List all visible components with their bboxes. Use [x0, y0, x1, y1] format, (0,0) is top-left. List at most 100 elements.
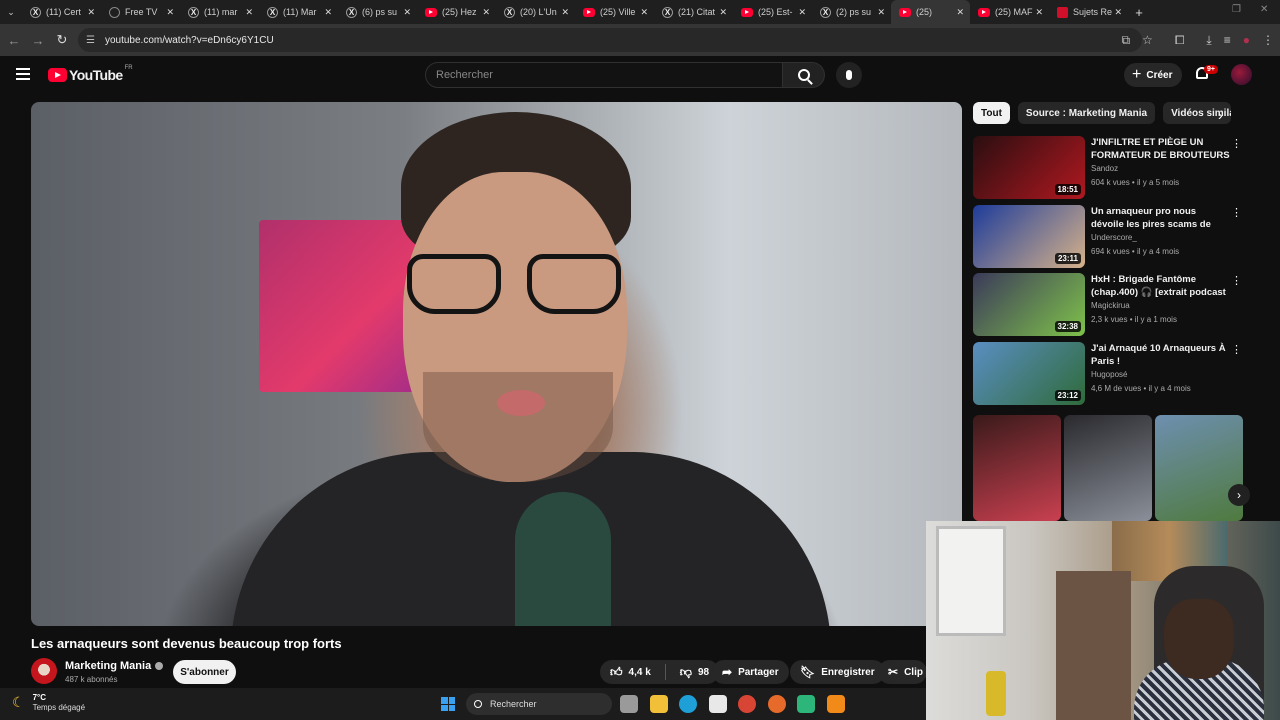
tab-search-button[interactable]: ⌄ [0, 0, 22, 24]
recommended-video-title[interactable]: J'ai Arnaqué 10 Arnaqueurs À Paris ! [1091, 342, 1231, 368]
back-icon[interactable]: ← [2, 28, 26, 52]
save-button[interactable]: 🔖︎ Enregistrer [790, 660, 885, 684]
task-view-icon[interactable] [620, 695, 638, 713]
recommended-video-channel[interactable]: Magickirua [1091, 301, 1130, 310]
dislike-button[interactable]: 👎︎ 98 [680, 665, 709, 680]
channel-avatar[interactable] [31, 658, 57, 684]
new-tab-button[interactable]: + [1128, 5, 1150, 20]
chip-source[interactable]: Source : Marketing Mania [1017, 102, 1156, 124]
extensions-icon[interactable]: ⧠ [1175, 33, 1185, 48]
account-avatar[interactable] [1231, 64, 1252, 85]
menu-icon[interactable] [16, 68, 30, 80]
weather-widget[interactable]: ☾ 7°C Temps dégagé [12, 693, 85, 712]
create-button[interactable]: + Créer [1124, 63, 1182, 87]
chrome-icon[interactable] [738, 695, 756, 713]
more-options-icon[interactable]: ⋮ [1231, 276, 1242, 287]
tab-close-icon[interactable]: ✕ [482, 7, 490, 18]
search-button[interactable] [783, 62, 825, 88]
start-button[interactable] [441, 697, 455, 711]
restore-window-icon[interactable]: ❐ [1232, 4, 1241, 15]
recommended-video-title[interactable]: Un arnaqueur pro nous dévoile les pires … [1091, 205, 1231, 231]
browser-tab[interactable]: X (11) Mar ✕ [259, 0, 338, 24]
browser-tab[interactable]: X (21) Citat ✕ [654, 0, 733, 24]
tab-close-icon[interactable]: ✕ [87, 7, 95, 18]
browser-tab[interactable]: (25) MAF ✕ [970, 0, 1049, 24]
recommended-video-title[interactable]: J'INFILTRE ET PIÈGE UN FORMATEUR DE BROU… [1091, 136, 1231, 162]
browser-tab[interactable]: (25) ✕ [891, 0, 970, 24]
tab-close-icon[interactable]: ✕ [1035, 7, 1043, 18]
short-thumbnail[interactable] [1064, 415, 1152, 521]
tab-title: (25) Ville [600, 7, 636, 17]
youtube-logo[interactable]: YouTube FR [48, 65, 133, 83]
video-thumbnail[interactable]: 18:51 [973, 136, 1085, 199]
tab-close-icon[interactable]: ✕ [877, 7, 885, 18]
browser-tab[interactable]: X (20) L'Un ✕ [496, 0, 575, 24]
more-options-icon[interactable]: ⋮ [1231, 345, 1242, 356]
firefox-icon[interactable] [767, 695, 786, 713]
recommended-video[interactable]: 23:12 J'ai Arnaqué 10 Arnaqueurs À Paris … [973, 342, 1243, 406]
tab-close-icon[interactable]: ✕ [561, 7, 569, 18]
profile-icon[interactable]: ● [1243, 33, 1250, 47]
browser-tab[interactable]: (25) Ville ✕ [575, 0, 654, 24]
browser-tab[interactable]: X (6) ps su ✕ [338, 0, 417, 24]
tab-close-icon[interactable]: ✕ [324, 7, 332, 18]
channel-name[interactable]: Marketing Mania [65, 660, 164, 672]
downloads-icon[interactable]: ⤓ [1206, 33, 1211, 48]
tab-close-icon[interactable]: ✕ [166, 7, 174, 18]
site-info-icon[interactable]: ☰ [86, 35, 95, 46]
vlc-icon[interactable] [826, 695, 845, 713]
tab-close-icon[interactable]: ✕ [719, 7, 727, 18]
video-thumbnail[interactable]: 32:38 [973, 273, 1085, 336]
browser-tab[interactable]: X (11) mar ✕ [180, 0, 259, 24]
chevron-right-icon[interactable]: › [1218, 107, 1223, 123]
tab-close-icon[interactable]: ✕ [403, 7, 411, 18]
browser-tab[interactable]: (25) Est- ✕ [733, 0, 812, 24]
tab-close-icon[interactable]: ✕ [1114, 7, 1122, 18]
share-button[interactable]: ➦ Partager [712, 660, 789, 684]
recommended-video-channel[interactable]: Hugoposé [1091, 370, 1127, 379]
recommended-video[interactable]: 32:38 HxH : Brigade Fantôme (chap.400) 🎧 … [973, 273, 1243, 337]
address-bar[interactable]: ☰ youtube.com/watch?v=eDn6cy6Y1CU [78, 28, 1142, 52]
clip-button[interactable]: ✂ Clip [878, 660, 927, 684]
store-icon[interactable] [708, 695, 727, 713]
tab-close-icon[interactable]: ✕ [798, 7, 806, 18]
forward-icon[interactable]: → [26, 28, 50, 52]
video-thumbnail[interactable]: 23:12 [973, 342, 1085, 405]
like-button[interactable]: 👍︎ 4,4 k [610, 665, 651, 680]
chip-all[interactable]: Tout [973, 102, 1010, 124]
recommended-video-channel[interactable]: Sandoz [1091, 164, 1118, 173]
short-thumbnail[interactable] [973, 415, 1061, 521]
browser-tab[interactable]: X (2) ps su ✕ [812, 0, 891, 24]
recommended-video-channel[interactable]: Underscore_ [1091, 233, 1137, 242]
recommended-video[interactable]: 18:51 J'INFILTRE ET PIÈGE UN FORMATEUR DE… [973, 136, 1243, 200]
file-explorer-icon[interactable] [649, 695, 668, 713]
tab-close-icon[interactable]: ✕ [640, 7, 648, 18]
reload-icon[interactable]: ↻ [50, 28, 74, 52]
media-controls-icon[interactable]: ≡ [1224, 33, 1231, 47]
app-green-icon[interactable] [797, 695, 815, 713]
voice-search-button[interactable] [836, 62, 862, 88]
more-options-icon[interactable]: ⋮ [1231, 139, 1242, 150]
video-thumbnail[interactable]: 23:11 [973, 205, 1085, 268]
recommended-video-title[interactable]: HxH : Brigade Fantôme (chap.400) 🎧 [extr… [1091, 273, 1231, 299]
tab-close-icon[interactable]: ✕ [245, 7, 253, 18]
short-thumbnail[interactable] [1155, 415, 1243, 521]
recommended-video[interactable]: 23:11 Un arnaqueur pro nous dévoile les p… [973, 205, 1243, 269]
close-window-icon[interactable]: ✕ [1260, 4, 1268, 15]
edge-icon[interactable] [679, 695, 697, 713]
browser-tab[interactable]: Free TV ✕ [101, 0, 180, 24]
tab-close-icon[interactable]: ✕ [956, 7, 964, 18]
bookmark-star-icon[interactable]: ☆ [1142, 33, 1153, 47]
browser-tab[interactable]: Sujets Re ✕ [1049, 0, 1128, 24]
install-app-icon[interactable]: ⧉ [1121, 33, 1130, 48]
search-input[interactable]: Rechercher [425, 62, 783, 88]
more-options-icon[interactable]: ⋮ [1231, 208, 1242, 219]
taskbar-search[interactable]: Rechercher [466, 693, 612, 715]
browser-tab[interactable]: (25) Hez ✕ [417, 0, 496, 24]
video-player[interactable] [31, 102, 962, 626]
shorts-next-button[interactable]: › [1228, 484, 1250, 506]
youtube-icon [741, 7, 753, 17]
browser-tab[interactable]: X (11) Cert ✕ [22, 0, 101, 24]
browser-menu-icon[interactable]: ⋮ [1262, 33, 1274, 47]
subscribe-button[interactable]: S'abonner [173, 660, 236, 684]
